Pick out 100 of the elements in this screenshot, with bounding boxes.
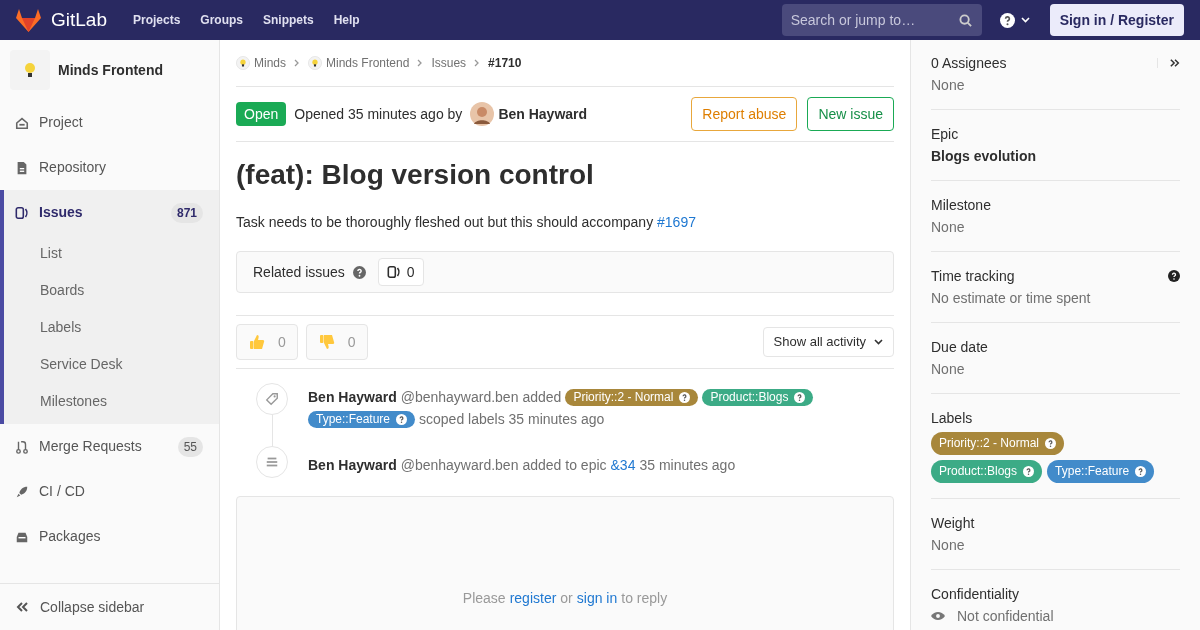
merge-request-icon [15, 439, 29, 454]
eye-icon [931, 611, 945, 621]
related-issues-count: 0 [377, 258, 424, 286]
chevron-down-icon [874, 339, 883, 345]
nav-link[interactable]: Projects [133, 11, 181, 29]
section-value: None [931, 360, 965, 378]
section-title: Labels [931, 409, 973, 427]
help-icon [1023, 466, 1035, 477]
count-badge: 55 [177, 436, 203, 457]
scoped-label: Priority::2 - Normal [931, 432, 1064, 455]
section-value: None [931, 218, 965, 236]
breadcrumb-link[interactable]: Minds [236, 54, 286, 72]
search-field[interactable]: Search or jump to… [781, 4, 982, 36]
issues-icon [15, 205, 29, 220]
scoped-label: Product::Blogs [931, 460, 1043, 483]
new-issue-button[interactable]: New issue [807, 97, 894, 131]
double-chevron-left-icon [16, 601, 28, 613]
help-icon [999, 12, 1015, 28]
event-handle: @benhayward.ben [400, 455, 519, 474]
sidebar-subitem[interactable]: List [4, 235, 219, 272]
help-icon [794, 391, 806, 403]
sign-in-button[interactable]: Sign in / Register [1049, 4, 1184, 36]
breadcrumb-link[interactable]: #1710 [488, 54, 522, 72]
issues-icon [386, 265, 401, 279]
thumbs-down-icon [317, 333, 336, 351]
event-handle: @benhayward.ben [400, 388, 519, 406]
rocket-icon [15, 484, 29, 499]
section-title: Epic [931, 125, 959, 143]
lightbulb-icon [22, 61, 38, 79]
event-author[interactable]: Ben Hayward [308, 455, 397, 474]
brand-name[interactable]: GitLab [51, 5, 107, 35]
section-value: None [931, 536, 965, 554]
chevron-down-icon [1020, 17, 1030, 23]
sidebar-item[interactable]: Merge Requests 55 [4, 424, 219, 469]
scoped-label: Type::Feature [1047, 460, 1155, 483]
related-issues-title: Related issues [253, 262, 345, 282]
sidebar-item[interactable]: Project [4, 100, 219, 145]
sidebar-item[interactable]: Repository [4, 145, 219, 190]
section-value: No estimate or time spent [931, 289, 1091, 307]
section-title: 0 Assignees [931, 54, 1007, 72]
sidebar-item[interactable]: Packages [4, 514, 219, 559]
nav-link[interactable]: Groups [200, 11, 243, 29]
thumbs-up-icon [248, 333, 266, 351]
chevron-right-icon [417, 59, 424, 67]
sidebar-item[interactable]: Issues 871 [4, 190, 219, 235]
section-title: Due date [931, 338, 988, 356]
breadcrumb-link[interactable]: Issues [431, 54, 467, 72]
status-badge: Open [236, 102, 287, 126]
section-title: Weight [931, 514, 975, 532]
project-avatar [236, 56, 250, 70]
section-title: Milestone [931, 196, 991, 214]
double-chevron-right-icon[interactable] [1170, 58, 1180, 68]
sidebar-subitem[interactable]: Milestones [4, 383, 219, 420]
reply-link[interactable]: register [509, 588, 557, 609]
scoped-label: Priority::2 - Normal [565, 388, 699, 406]
event-author[interactable]: Ben Hayward [308, 388, 397, 406]
reply-text: Please [462, 589, 506, 608]
fox-logo[interactable] [16, 8, 41, 32]
sidebar-item[interactable]: CI / CD [4, 469, 219, 514]
section-title: Confidentiality [931, 585, 1019, 603]
reply-text: or [560, 589, 573, 608]
activity-filter-dropdown[interactable]: Show all activity [762, 327, 894, 357]
home-icon [15, 115, 29, 130]
scoped-label: Product::Blogs [702, 388, 814, 406]
event-text: scoped labels 35 minutes ago [419, 410, 605, 428]
chevron-right-icon [474, 59, 481, 67]
section-value[interactable]: Blogs evolution [931, 147, 1036, 165]
help-icon [1135, 466, 1147, 477]
section-value: Not confidential [957, 607, 1054, 625]
help-icon [352, 265, 366, 279]
link[interactable]: &34 [610, 455, 636, 474]
user-avatar [470, 102, 495, 126]
sidebar-subitem[interactable]: Service Desk [4, 346, 219, 383]
nav-link[interactable]: Snippets [263, 11, 314, 29]
help-icon [1045, 438, 1056, 449]
sidebar-subitem[interactable]: Boards [4, 272, 219, 309]
chevron-right-icon [294, 59, 300, 67]
issue-description: Task needs to be thoroughly fleshed out but this should accompany #1697 [236, 213, 697, 232]
sidebar-subitem[interactable]: Labels [4, 309, 219, 346]
issue-title: (feat): Blog version control [236, 158, 595, 192]
event-text: added to epic [522, 455, 607, 474]
section-title: Time tracking [931, 267, 1015, 285]
event-text: 35 minutes ago [639, 455, 736, 474]
breadcrumb-link[interactable]: Minds Frontend [308, 54, 410, 72]
reply-text: to reply [621, 589, 668, 608]
section-value: None [931, 76, 965, 94]
author-link[interactable]: Ben Hayward [498, 103, 588, 125]
reply-link[interactable]: sign in [576, 588, 618, 609]
search-icon [958, 14, 972, 27]
count-badge: 871 [170, 202, 203, 223]
issue-link[interactable]: #1697 [657, 214, 696, 230]
help-icon [1168, 270, 1180, 282]
help-menu-button[interactable] [999, 12, 1030, 28]
scoped-label: Type::Feature [308, 410, 416, 428]
help-icon [396, 413, 408, 425]
nav-link[interactable]: Help [333, 11, 360, 29]
project-name[interactable]: Minds Frontend [58, 59, 163, 81]
project-avatar [308, 56, 322, 70]
document-icon [15, 160, 29, 175]
event-text: added [522, 388, 562, 406]
